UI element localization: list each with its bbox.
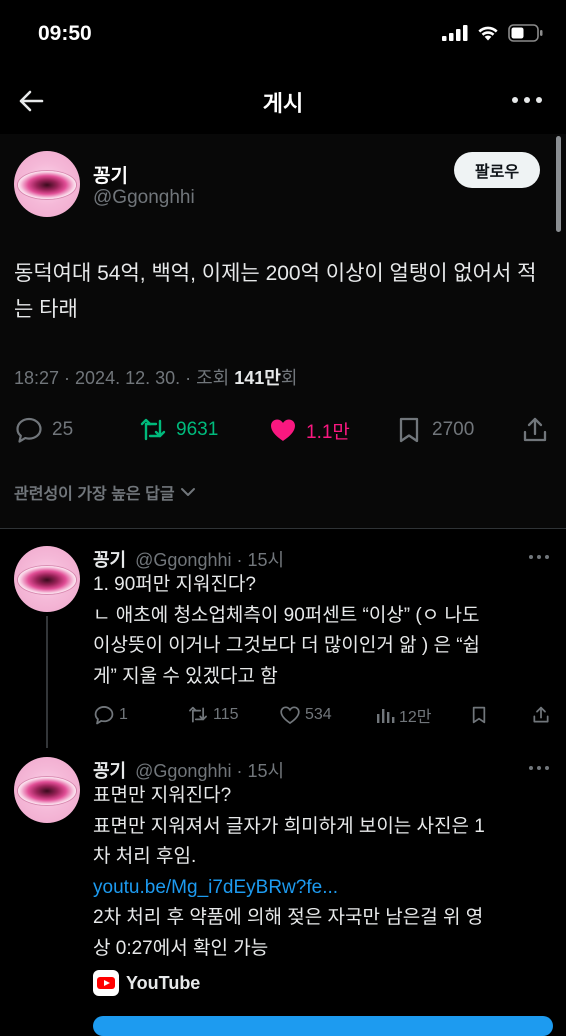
share-icon [523, 417, 547, 442]
like-action[interactable]: 534 [279, 704, 332, 726]
views-action[interactable]: 12만 [375, 704, 432, 726]
text-line: 차 처리 후임. [93, 846, 197, 867]
eye-avatar-image [17, 170, 77, 199]
repost-action[interactable]: 9631 [138, 414, 218, 446]
author-handle[interactable]: @Ggonghhi [135, 761, 231, 781]
reply-sort-dropdown[interactable]: 관련성이 가장 높은 답글 [14, 480, 197, 504]
youtube-link[interactable]: youtu.be/Mg_i7dEyBRw?fe... [93, 873, 543, 904]
reply-actions: 1 115 534 12만 [93, 704, 553, 726]
reply-time: · 15시 [236, 550, 285, 570]
eye-avatar-image [17, 565, 77, 594]
wifi-icon [478, 26, 498, 41]
text-line: 표면만 지워져서 글자가 희미하게 보이는 사진은 1 [93, 815, 485, 837]
text-line: 게” 지울 수 있겠다고 함 [93, 665, 278, 687]
text-line: 상 0:27에서 확인 가능 [93, 937, 269, 959]
views-count: 12만 [399, 709, 432, 726]
reply-text: 표면만 지워진다? 표면만 지워져서 글자가 희미하게 보이는 사진은 1 차 … [93, 781, 543, 964]
author-name[interactable]: 꽁기 [93, 161, 128, 188]
author-name[interactable]: 꽁기 [93, 761, 126, 781]
status-bar: 09:50 [0, 0, 566, 70]
view-count[interactable]: 141만 [234, 368, 281, 388]
post-meta: 18:27 · 2024. 12. 30. · 조회 141만회 [14, 364, 297, 390]
reply-tweet[interactable]: 꽁기 @Ggonghhi · 15시 표면만 지워진다? 표면만 지워져서 글자… [0, 757, 566, 1024]
more-options-icon[interactable] [528, 554, 550, 560]
reply-time: · 15시 [236, 761, 285, 781]
link-card-preview[interactable] [93, 1016, 553, 1036]
youtube-label: YouTube [126, 972, 201, 993]
text-line: 표면만 지워진다? [93, 785, 232, 806]
reply-header: 꽁기 @Ggonghhi · 15시 [93, 757, 284, 783]
cellular-signal-icon [442, 25, 468, 41]
eye-avatar-image [17, 776, 77, 805]
bookmark-count: 2700 [432, 419, 475, 440]
bookmark-action[interactable]: 2700 [394, 414, 474, 446]
reply-sort-label: 관련성이 가장 높은 답글 [14, 486, 175, 503]
post-timestamp: 18:27 · 2024. 12. 30. · 조회 [14, 368, 235, 388]
reply-action[interactable]: 1 [93, 704, 128, 726]
text-line: 1. 90퍼만 지워진다? [93, 574, 256, 595]
more-options-icon[interactable] [528, 765, 550, 771]
bookmark-action[interactable] [469, 704, 489, 726]
text-line: ㄴ 애초에 청소업체측이 90퍼센트 “이상” (ㅇ 나도 [93, 604, 480, 626]
like-action[interactable]: 1.1만 [268, 414, 350, 446]
youtube-card-label[interactable]: YouTube [93, 970, 200, 996]
view-suffix: 회 [280, 368, 298, 388]
author-handle[interactable]: @Ggonghhi [135, 550, 231, 570]
repost-icon [140, 418, 166, 441]
like-count: 534 [305, 706, 332, 723]
reply-tweet[interactable]: 꽁기 @Ggonghhi · 15시 1. 90퍼만 지워진다? ㄴ 애초에 청… [0, 546, 566, 736]
battery-icon [508, 24, 543, 42]
more-options-icon[interactable] [510, 90, 544, 110]
avatar[interactable] [14, 151, 80, 217]
reply-count: 25 [52, 419, 74, 440]
share-icon [533, 706, 549, 723]
post-text: 동덕여대 54억, 백억, 이제는 200억 이상이 얼탱이 없어서 적는 타래 [14, 262, 537, 321]
text-line: 이상뜻이 이거나 그것보다 더 많이인거 앎 ) 은 “쉽 [93, 635, 481, 656]
top-nav: 게시 [0, 70, 566, 132]
chevron-down-icon [180, 488, 195, 496]
author-name[interactable]: 꽁기 [93, 550, 126, 570]
author-handle[interactable]: @Ggonghhi [93, 187, 195, 209]
views-bar-chart-icon [377, 709, 395, 723]
share-action[interactable] [520, 414, 550, 446]
reply-icon [94, 706, 114, 725]
repost-count: 9631 [176, 419, 219, 440]
follow-button[interactable]: 팔로우 [454, 152, 540, 188]
bookmark-icon [399, 417, 419, 443]
youtube-logo-icon [93, 970, 119, 996]
reply-count: 1 [119, 706, 128, 723]
scrollbar[interactable] [556, 136, 561, 232]
page-title: 게시 [262, 91, 304, 116]
heart-icon [280, 706, 300, 725]
avatar[interactable] [14, 546, 80, 612]
text-line: 2차 처리 후 약품에 의해 젖은 자국만 남은걸 위 영 [93, 907, 484, 928]
reply-text: 1. 90퍼만 지워진다? ㄴ 애초에 청소업체측이 90퍼센트 “이상” (ㅇ… [93, 570, 543, 692]
avatar[interactable] [14, 757, 80, 823]
status-icons [442, 24, 544, 42]
like-count: 1.1만 [306, 421, 350, 443]
repost-icon [189, 706, 207, 723]
share-action[interactable] [531, 704, 551, 726]
repost-action[interactable]: 115 [187, 704, 239, 726]
repost-count: 115 [213, 706, 239, 723]
main-post: 꽁기 @Ggonghhi 팔로우 동덕여대 54억, 백억, 이제는 200억 … [0, 134, 566, 529]
post-actions: 25 9631 1.1만 2700 [14, 414, 552, 446]
heart-icon [271, 419, 295, 441]
bookmark-icon [472, 706, 486, 724]
reply-header: 꽁기 @Ggonghhi · 15시 [93, 546, 284, 572]
divider [0, 528, 566, 529]
reply-action[interactable]: 25 [14, 414, 73, 446]
status-time: 09:50 [38, 22, 92, 45]
reply-icon [16, 417, 42, 443]
